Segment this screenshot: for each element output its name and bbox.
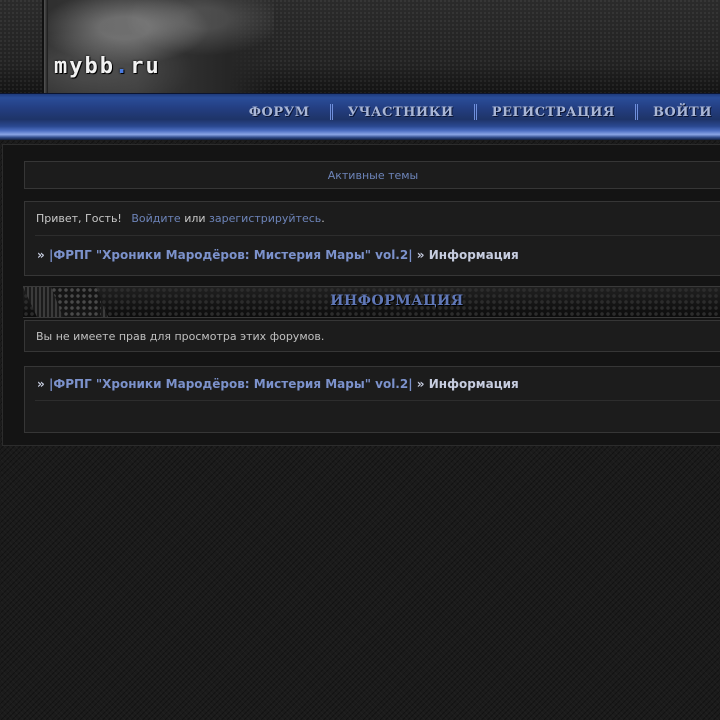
nav-separator <box>473 104 477 120</box>
site-logo[interactable]: mybb.ru <box>54 54 161 79</box>
breadcrumb-current: Информация <box>428 377 519 391</box>
active-topics-box: Активные темы <box>24 161 720 189</box>
site-header: mybb.ru <box>0 0 720 93</box>
breadcrumb: » |ФРПГ "Хроники Мародёров: Мистерия Мар… <box>37 248 519 262</box>
breadcrumb-forum-link[interactable]: |ФРПГ "Хроники Мародёров: Мистерия Мары"… <box>49 248 413 262</box>
main-content: Активные темы Привет, Гость! Войдите или… <box>2 144 720 446</box>
divider <box>35 235 720 236</box>
nav-members-link[interactable]: УЧАСТНИКИ <box>348 105 454 120</box>
login-link[interactable]: Войдите <box>131 212 180 225</box>
or-text: или <box>184 212 206 225</box>
nav-separator <box>329 104 333 120</box>
active-topics-link[interactable]: Активные темы <box>25 169 720 182</box>
nav-forum-link[interactable]: ФОРУМ <box>249 105 310 120</box>
no-access-message: Вы не имеете прав для просмотра этих фор… <box>36 330 325 343</box>
greeting-text: Привет, Гость! <box>36 212 122 225</box>
section-header: ИНФОРМАЦИЯ <box>23 286 720 318</box>
footer-breadcrumb-box: » |ФРПГ "Хроники Мародёров: Мистерия Мар… <box>24 366 720 433</box>
breadcrumb-forum-link[interactable]: |ФРПГ "Хроники Мародёров: Мистерия Мары"… <box>49 377 413 391</box>
breadcrumb: » |ФРПГ "Хроники Мародёров: Мистерия Мар… <box>37 377 519 391</box>
guest-greeting: Привет, Гость! Войдите или зарегистрируй… <box>36 212 325 225</box>
breadcrumb-current: Информация <box>428 248 519 262</box>
welcome-box: Привет, Гость! Войдите или зарегистрируй… <box>24 201 720 276</box>
divider <box>35 400 720 401</box>
section-title: ИНФОРМАЦИЯ <box>330 293 464 309</box>
nav-login-link[interactable]: ВОЙТИ <box>653 105 712 120</box>
register-link[interactable]: зарегистрируйтесь <box>209 212 321 225</box>
main-navigation: ФОРУМ УЧАСТНИКИ РЕГИСТРАЦИЯ ВОЙТИ <box>0 93 720 140</box>
nav-register-link[interactable]: РЕГИСТРАЦИЯ <box>492 105 615 120</box>
info-message-box: Вы не имеете прав для просмотра этих фор… <box>24 320 720 352</box>
nav-separator <box>634 104 638 120</box>
header-artwork <box>42 0 274 93</box>
